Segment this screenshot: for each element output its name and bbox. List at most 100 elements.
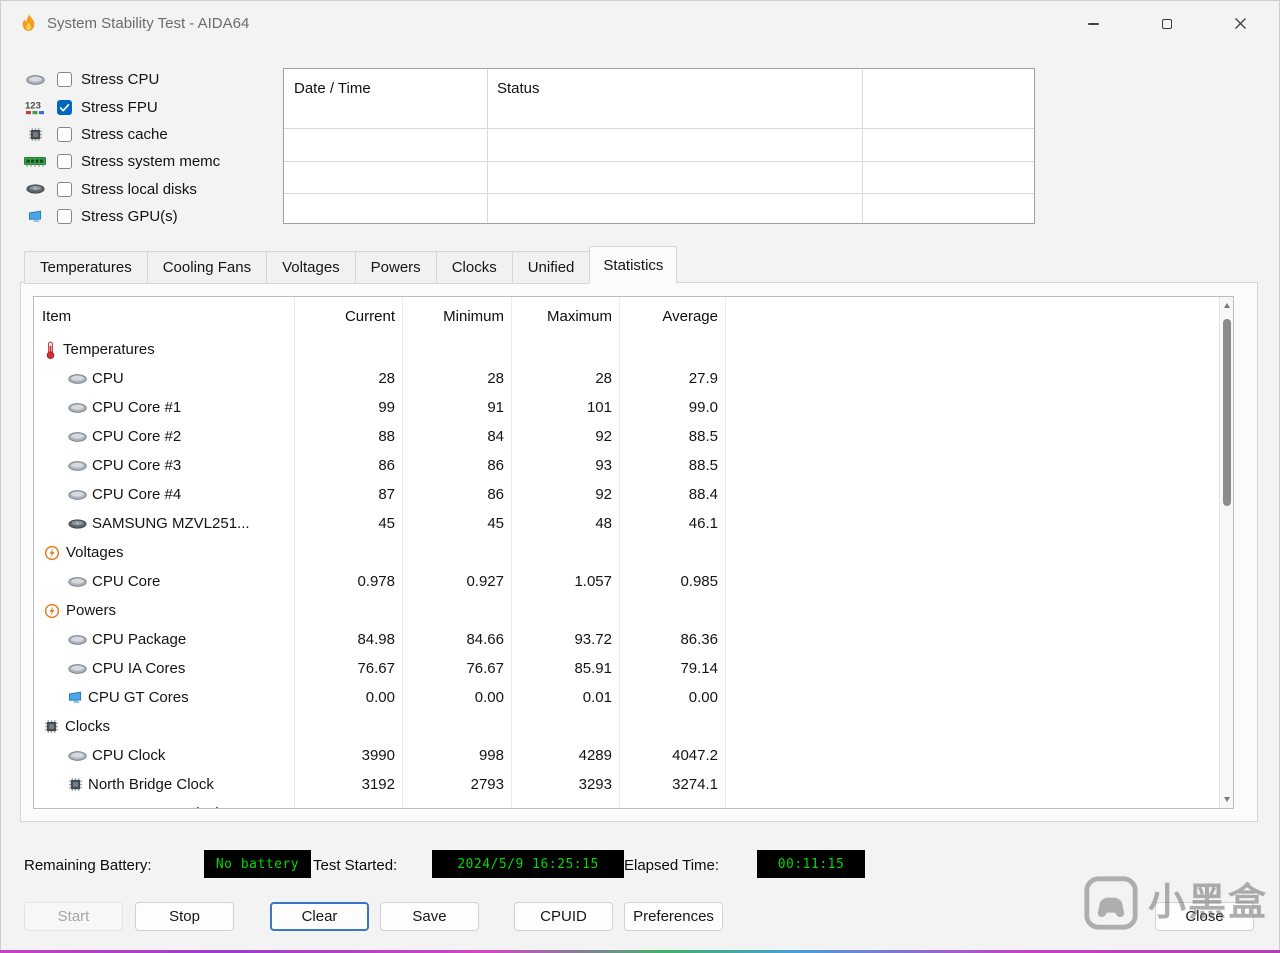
cell-current: 0.00 <box>365 689 395 706</box>
cell-average: 46.1 <box>688 515 718 532</box>
column-header-average[interactable]: Average <box>619 308 725 325</box>
stress-fpu-checkbox[interactable] <box>57 99 72 115</box>
table-row[interactable]: CPU Core 0.978 0.927 1.057 0.985 <box>34 567 1233 596</box>
table-row[interactable]: CPU Core #1 99 91 101 99.0 <box>34 393 1233 422</box>
stress-option-cpu[interactable]: Stress CPU <box>22 66 220 93</box>
stress-option-label[interactable]: Stress cache <box>81 126 168 143</box>
column-header-maximum[interactable]: Maximum <box>511 308 619 325</box>
column-header-current[interactable]: Current <box>294 308 402 325</box>
table-row[interactable]: CPU Clock 3990 998 4289 4047.2 <box>34 741 1233 770</box>
event-log-table[interactable]: Date / Time Status <box>283 68 1035 224</box>
table-row[interactable]: CPU Core #2 88 84 92 88.5 <box>34 422 1233 451</box>
tab-cooling-fans[interactable]: Cooling Fans <box>146 251 268 284</box>
tab-unified[interactable]: Unified <box>511 251 591 284</box>
table-row[interactable]: CPU Core #4 87 86 92 88.4 <box>34 480 1233 509</box>
cpuid-button[interactable]: CPUID <box>514 902 613 931</box>
tab-clocks[interactable]: Clocks <box>435 251 513 284</box>
cell-minimum: 76.67 <box>466 660 504 677</box>
scrollbar-thumb[interactable] <box>1222 319 1231 506</box>
grid-line <box>294 297 295 808</box>
tab-voltages[interactable]: Voltages <box>266 251 356 284</box>
clear-button[interactable]: Clear <box>270 902 369 931</box>
cell-current: 3192 <box>361 776 395 793</box>
column-header-status[interactable]: Status <box>497 80 540 97</box>
cell-average: 88.4 <box>688 486 718 503</box>
stress-disks-checkbox[interactable] <box>57 181 72 197</box>
tab-temperatures[interactable]: Temperatures <box>24 251 148 284</box>
stop-button[interactable]: Stop <box>135 902 234 931</box>
start-button[interactable]: Start <box>24 902 123 931</box>
cell-maximum: 4290 <box>511 805 619 808</box>
table-row-group[interactable]: Clocks <box>34 712 1233 741</box>
stress-option-label[interactable]: Stress system memc <box>81 153 220 170</box>
table-row[interactable]: CPU GT Cores 0.00 0.00 0.01 0.00 <box>34 683 1233 712</box>
row-label: CPU Core #2 <box>92 428 182 445</box>
row-label: CPU GT Cores <box>88 689 189 706</box>
close-button[interactable]: Close <box>1155 902 1254 931</box>
table-row-group[interactable]: Temperatures <box>34 335 1233 364</box>
stress-option-memory[interactable]: Stress system memc <box>22 148 220 175</box>
table-row-group[interactable]: Voltages <box>34 538 1233 567</box>
row-label: CPU Core #1 Clock <box>92 805 223 808</box>
stress-option-label[interactable]: Stress CPU <box>81 71 159 88</box>
close-window-button[interactable] <box>1217 1 1263 46</box>
hard-disk-icon <box>22 183 48 195</box>
row-item: Clocks <box>34 718 294 735</box>
stress-option-disks[interactable]: Stress local disks <box>22 176 220 203</box>
table-row[interactable]: North Bridge Clock 3192 2793 3293 3274.1 <box>34 770 1233 799</box>
stress-cpu-checkbox[interactable] <box>57 72 72 88</box>
save-button[interactable]: Save <box>380 902 479 931</box>
vertical-scrollbar[interactable] <box>1219 297 1233 808</box>
table-row[interactable]: SAMSUNG MZVL251... 45 45 48 46.1 <box>34 509 1233 538</box>
table-header: Item Current Minimum Maximum Average <box>34 297 1233 335</box>
hard-disk-icon <box>68 518 87 530</box>
title-bar: System Stability Test - AIDA64 <box>0 0 1280 48</box>
statistics-table[interactable]: Item Current Minimum Maximum Average Tem… <box>33 296 1234 809</box>
window-title: System Stability Test - AIDA64 <box>47 15 250 32</box>
tab-powers[interactable]: Powers <box>354 251 437 284</box>
fpu-123-icon <box>22 100 48 115</box>
stress-option-label[interactable]: Stress local disks <box>81 181 197 198</box>
row-divider <box>284 161 1034 162</box>
preferences-button[interactable]: Preferences <box>624 902 723 931</box>
column-header-date-time[interactable]: Date / Time <box>294 80 371 97</box>
elapsed-time-display: 00:11:15 <box>757 850 865 878</box>
scroll-up-arrow-icon[interactable] <box>1223 303 1230 308</box>
tab-label: Clocks <box>451 259 497 276</box>
stress-options-panel: Stress CPU Stress FPU Stress cache Stres… <box>22 66 220 230</box>
maximize-button[interactable] <box>1144 1 1190 46</box>
column-header-minimum[interactable]: Minimum <box>402 308 511 325</box>
row-label: CPU <box>92 370 124 387</box>
cell-current: 3990 <box>361 747 395 764</box>
stress-gpu-checkbox[interactable] <box>57 209 72 225</box>
table-row-group[interactable]: Powers <box>34 596 1233 625</box>
table-row[interactable]: CPU IA Cores 76.67 76.67 85.91 79.14 <box>34 654 1233 683</box>
row-item: CPU Core #2 <box>34 428 294 445</box>
stress-option-cache[interactable]: Stress cache <box>22 121 220 148</box>
row-label: CPU Core #4 <box>92 486 182 503</box>
stress-option-label[interactable]: Stress FPU <box>81 99 158 116</box>
table-row[interactable]: CPU Package 84.98 84.66 93.72 86.36 <box>34 625 1233 654</box>
table-row[interactable]: CPU Core #3 86 86 93 88.5 <box>34 451 1233 480</box>
stress-option-label[interactable]: Stress GPU(s) <box>81 208 178 225</box>
cell-maximum: 85.91 <box>574 660 612 677</box>
power-icon <box>44 603 60 619</box>
close-icon <box>1234 18 1246 29</box>
stress-option-gpu[interactable]: Stress GPU(s) <box>22 203 220 230</box>
minimize-button[interactable] <box>1070 1 1116 46</box>
cell-average: 88.5 <box>688 428 718 445</box>
row-item: Voltages <box>34 544 294 561</box>
tab-statistics[interactable]: Statistics <box>589 246 678 284</box>
column-header-item[interactable]: Item <box>34 308 294 325</box>
stress-memory-checkbox[interactable] <box>57 154 72 170</box>
scroll-down-arrow-icon[interactable] <box>1223 797 1230 802</box>
stress-cache-checkbox[interactable] <box>57 126 72 142</box>
grid-line <box>511 297 512 808</box>
stress-option-fpu[interactable]: Stress FPU <box>22 93 220 120</box>
cache-chip-icon <box>22 127 48 142</box>
cell-minimum: 3890 <box>402 805 511 808</box>
grid-line <box>619 297 620 808</box>
table-row[interactable]: CPU 28 28 28 27.9 <box>34 364 1233 393</box>
table-row-clipped[interactable]: CPU Core #1 Clock 3990389042904068.2 <box>34 799 1233 808</box>
cpu-icon <box>68 750 87 762</box>
